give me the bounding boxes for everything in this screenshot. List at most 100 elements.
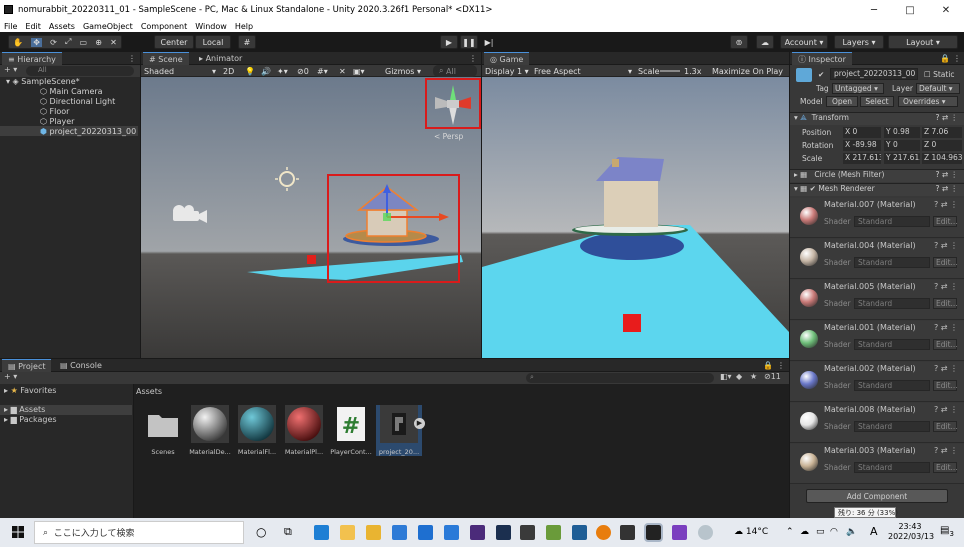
powershell-icon[interactable] (496, 525, 511, 540)
store-icon[interactable] (392, 525, 407, 540)
mesh-renderer-header[interactable]: ▾ ▦ ✔ Mesh Renderer? ⇄ ⋮ (790, 183, 964, 196)
open-button[interactable]: Open (826, 96, 858, 107)
position-y-field[interactable]: Y 0.98 (884, 127, 920, 138)
menu-assets[interactable]: Assets (45, 22, 79, 31)
rotation-y-field[interactable]: Y 0 (884, 140, 920, 151)
windows-start-icon[interactable] (12, 526, 24, 538)
notification-center-icon[interactable]: ▤3 (940, 525, 954, 538)
clock[interactable]: 23:43 2022/03/13 (888, 522, 934, 542)
hidden-objects-toggle[interactable]: ⊘ 0 (297, 65, 309, 77)
layers-dropdown[interactable]: Layers ▾ (834, 35, 884, 49)
edge-icon[interactable] (314, 525, 329, 540)
menu-file[interactable]: File (0, 22, 21, 31)
maximize-button[interactable]: □ (892, 0, 928, 20)
scene-root[interactable]: ▾ ◈ SampleScene* (6, 76, 144, 86)
shader-dropdown[interactable]: Standard (854, 216, 930, 227)
maximize-on-play-toggle[interactable]: Maximize On Play (712, 65, 783, 77)
asset-material-player[interactable]: MaterialPl... (281, 405, 327, 456)
move-tool-icon[interactable]: ✥ (31, 37, 42, 47)
scale-z-field[interactable]: Z 104.963 (922, 153, 962, 164)
transform-tool-icon[interactable]: ⊕ (95, 38, 102, 47)
material-entry[interactable]: Material.001 (Material) Shader Standard Edi… (790, 321, 964, 361)
tools-icon[interactable]: ✕ (339, 65, 346, 77)
vs-code-alt-icon[interactable] (470, 525, 485, 540)
shader-dropdown[interactable]: Standard (854, 380, 930, 391)
tab-inspector[interactable]: ⓘ Inspector (792, 52, 852, 65)
vscode-icon[interactable] (444, 525, 459, 540)
inspector-menu-icon[interactable]: ⋮ (953, 54, 961, 63)
add-object-button[interactable]: + ▾ (4, 65, 17, 74)
project-menu-icon[interactable]: ⋮ (777, 361, 785, 370)
show-hidden-icons[interactable]: ⌃ (786, 527, 794, 537)
material-menu-icon[interactable]: ? ⇄ ⋮ (934, 200, 958, 209)
taskbar-search-box[interactable]: ⌕ ここに入力して検索 (34, 521, 244, 544)
asset-project-model[interactable]: project_20... (376, 405, 422, 456)
assets-folder[interactable]: ▸ ▆ Assets (0, 405, 132, 415)
component-menu-icon[interactable]: ? ⇄ ⋮ (935, 184, 958, 193)
favorites-folder[interactable]: ▸ ★ Favorites (4, 386, 56, 395)
camera-settings-icon[interactable]: ▣▾ (353, 65, 365, 77)
edit-shader-button[interactable]: Edit... (933, 257, 958, 268)
rect-tool-icon[interactable]: ▭ (80, 38, 88, 47)
asset-scenes-folder[interactable]: Scenes (140, 405, 186, 456)
blender-icon[interactable] (596, 525, 611, 540)
aspect-dropdown[interactable]: Free Aspect ▾ (534, 65, 632, 77)
material-entry[interactable]: Material.003 (Material) Shader Standard Edi… (790, 444, 964, 484)
menu-gameobject[interactable]: GameObject (79, 22, 137, 31)
filter-label-icon[interactable]: ◆ (736, 372, 742, 381)
material-menu-icon[interactable]: ? ⇄ ⋮ (934, 241, 958, 250)
hierarchy-menu-icon[interactable]: ⋮ (128, 54, 136, 63)
edit-shader-button[interactable]: Edit... (933, 380, 958, 391)
overrides-dropdown[interactable]: Overrides ▾ (898, 96, 958, 107)
custom-tool-icon[interactable]: ✕ (110, 38, 117, 47)
material-menu-icon[interactable]: ? ⇄ ⋮ (934, 364, 958, 373)
menu-component[interactable]: Component (137, 22, 191, 31)
account-dropdown[interactable]: Account ▾ (780, 35, 828, 49)
packages-folder[interactable]: ▸ ▆ Packages (4, 415, 57, 424)
rotation-x-field[interactable]: X -89.98 (843, 140, 881, 151)
weather-widget[interactable]: ☁ 14°C (734, 527, 768, 537)
unity-hub-icon[interactable] (620, 525, 635, 540)
terminal-icon[interactable] (520, 525, 535, 540)
notes-icon[interactable] (366, 525, 381, 540)
material-entry[interactable]: Material.005 (Material) Shader Standard Edi… (790, 280, 964, 320)
2d-toggle[interactable]: 2D (223, 65, 234, 77)
transform-header[interactable]: ▾ ⟁ Transform? ⇄ ⋮ (790, 112, 964, 125)
shader-dropdown[interactable]: Standard (854, 462, 930, 473)
step-button[interactable]: ▶| (480, 35, 498, 49)
battery-icon[interactable]: ▭ (816, 527, 825, 537)
collab-icon[interactable]: ⊚ (730, 35, 748, 49)
project-search-input[interactable]: ⌕ (526, 373, 714, 383)
volume-icon[interactable]: 🔈 (846, 527, 857, 537)
visual-studio-icon[interactable] (672, 525, 687, 540)
asset-player-controller-script[interactable]: # PlayerCont... (328, 405, 374, 456)
edit-shader-button[interactable]: Edit... (933, 421, 958, 432)
minimize-button[interactable]: ─ (856, 0, 892, 20)
lighting-toggle-icon[interactable]: 💡 (245, 65, 255, 77)
grid-snap-button[interactable]: # (238, 35, 256, 49)
shader-dropdown[interactable]: Standard (854, 298, 930, 309)
asset-material-floor[interactable]: MaterialFl... (234, 405, 280, 456)
cloud-icon[interactable]: ☁ (756, 35, 774, 49)
shader-dropdown[interactable]: Standard (854, 421, 930, 432)
scale-x-field[interactable]: X 217.613 (843, 153, 881, 164)
expand-prefab-icon[interactable]: ▶ (414, 418, 425, 429)
material-entry[interactable]: Material.002 (Material) Shader Standard Edi… (790, 362, 964, 402)
static-toggle[interactable]: ☐ Static (924, 70, 964, 79)
tab-console[interactable]: ▤ Console (54, 359, 108, 372)
menu-edit[interactable]: Edit (21, 22, 45, 31)
rotate-tool-icon[interactable]: ⟳ (50, 38, 57, 47)
edit-shader-button[interactable]: Edit... (933, 298, 958, 309)
gizmos-dropdown[interactable]: Gizmos ▾ (385, 65, 421, 77)
asset-material-default[interactable]: MaterialDe... (187, 405, 233, 456)
edit-shader-button[interactable]: Edit... (933, 339, 958, 350)
scale-y-field[interactable]: Y 217.613 (884, 153, 920, 164)
create-asset-button[interactable]: + ▾ (4, 372, 17, 381)
hierarchy-item-project[interactable]: ⬢ project_20220313_00 (0, 126, 138, 136)
shading-mode-dropdown[interactable]: Shaded ▾ (144, 65, 216, 77)
unity-editor-icon[interactable] (644, 523, 663, 542)
material-entry[interactable]: Material.008 (Material) Shader Standard Edi… (790, 403, 964, 443)
tab-animator[interactable]: ▸ Animator (193, 52, 248, 65)
tab-hierarchy[interactable]: ≡ Hierarchy (2, 52, 62, 65)
add-component-button[interactable]: Add Component (806, 489, 948, 503)
